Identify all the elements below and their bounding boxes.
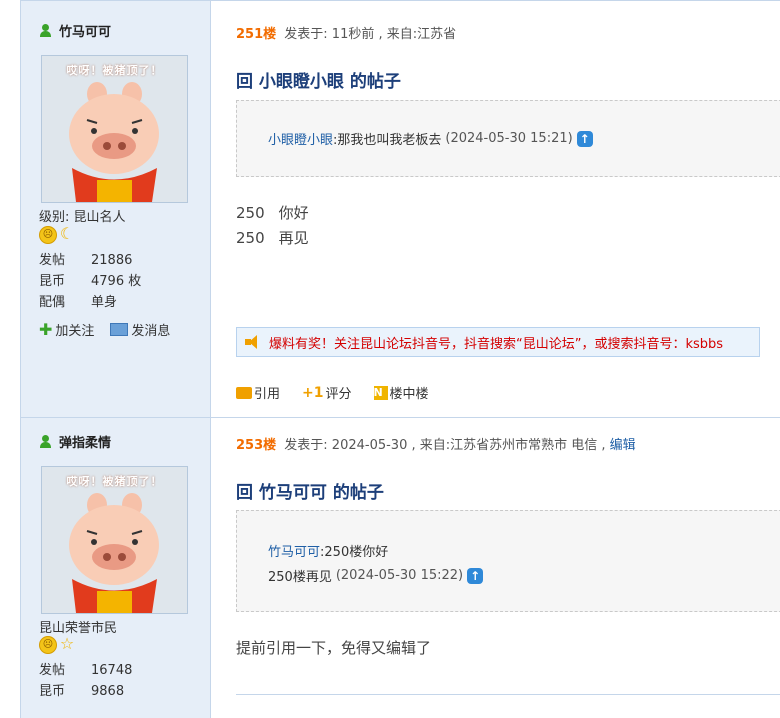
post-body: 250 你好 250 再见 — [236, 204, 309, 247]
speaker-icon — [245, 335, 263, 349]
post-content: 253楼 发表于: 2024-05-30 , 来自:江苏省苏州市常熟市 电信 ,… — [211, 418, 780, 718]
post-body: 提前引用一下，免得又编辑了 — [236, 639, 432, 657]
avatar-caption: 哎呀！被猪顶了！ — [66, 64, 163, 77]
quote-line-2: 250楼再见 (2024-05-30 15:22) ↑ — [268, 566, 484, 585]
avatar[interactable]: 哎呀！被猪顶了！ — [41, 55, 188, 203]
smile-medal-icon: ☹ — [39, 226, 57, 244]
user-stats: 发帖 21886 昆币 4796 枚 配偶 单身 — [39, 253, 142, 310]
quote-line: 竹马可可 :250楼你好 — [268, 541, 388, 560]
message-button[interactable]: 发消息 — [110, 320, 170, 339]
floor-number[interactable]: 251楼 — [236, 27, 276, 42]
post-253: 弹指柔情 哎呀！被猪顶了！ 昆山荣誉市民 ☹ ☆ 发帖 16748 昆币 986… — [20, 417, 780, 718]
jump-up-icon[interactable]: ↑ — [576, 130, 593, 147]
user-sidebar: 竹马可可 哎呀！被猪顶了！ 级别: 昆山名人 ☹ ☾ 发帖 21886 昆币 4… — [21, 1, 211, 417]
post-content: 251楼 发表于: 11秒前 , 来自:江苏省 回 小眼瞪小眼 的帖子 小眼瞪小… — [211, 1, 780, 417]
mail-icon — [110, 323, 129, 336]
star-medal-icon: ☆ — [59, 634, 75, 653]
page-margin — [0, 0, 20, 696]
rate-icon: +1 — [302, 384, 324, 401]
avatar[interactable]: 哎呀！被猪顶了！ — [41, 466, 188, 614]
medals: ☹ ☆ — [39, 636, 75, 654]
medals: ☹ ☾ — [39, 226, 75, 244]
divider — [236, 694, 780, 695]
rate-button[interactable]: +1 评分 — [302, 383, 352, 403]
quote-button[interactable]: 引用 — [236, 383, 280, 402]
post-meta: 251楼 发表于: 11秒前 , 来自:江苏省 — [236, 27, 457, 42]
jump-up-icon[interactable]: ↑ — [467, 567, 484, 584]
user-level: 级别: 昆山名人 — [39, 210, 126, 225]
post-title: 回 竹马可可 的帖子 — [236, 483, 384, 503]
moon-medal-icon: ☾ — [59, 224, 75, 243]
post-toolbar: 引用 +1 评分 N 楼中楼 — [236, 383, 429, 402]
avatar-caption: 哎呀！被猪顶了！ — [66, 475, 163, 488]
quoted-user-link[interactable]: 小眼瞪小眼 — [268, 129, 333, 148]
floor-number[interactable]: 253楼 — [236, 438, 276, 453]
floor-icon: N — [373, 385, 388, 400]
quoted-user-link[interactable]: 竹马可可 — [268, 541, 320, 560]
follow-button[interactable]: ✚ 加关注 — [39, 320, 94, 339]
user-actions: ✚ 加关注 发消息 — [39, 320, 170, 339]
quote-icon — [236, 386, 252, 399]
floor-reply-button[interactable]: N 楼中楼 — [373, 383, 429, 402]
username-link[interactable]: 竹马可可 — [39, 21, 111, 40]
edit-link[interactable]: 编辑 — [610, 438, 636, 453]
user-icon — [39, 434, 53, 449]
quote-box: 小眼瞪小眼 :那我也叫我老板去 (2024-05-30 15:21) ↑ — [236, 100, 780, 177]
user-level: 昆山荣誉市民 — [39, 621, 118, 636]
smile-medal-icon: ☹ — [39, 636, 57, 654]
user-icon — [39, 23, 53, 38]
post-meta: 253楼 发表于: 2024-05-30 , 来自:江苏省苏州市常熟市 电信 ,… — [236, 438, 636, 453]
quote-box: 竹马可可 :250楼你好 250楼再见 (2024-05-30 15:22) ↑ — [236, 510, 780, 612]
username-link[interactable]: 弹指柔情 — [39, 432, 111, 451]
user-sidebar: 弹指柔情 哎呀！被猪顶了！ 昆山荣誉市民 ☹ ☆ 发帖 16748 昆币 986… — [21, 418, 211, 718]
username: 弹指柔情 — [59, 436, 112, 451]
username: 竹马可可 — [59, 25, 112, 40]
post-title: 回 小眼瞪小眼 的帖子 — [236, 72, 401, 92]
quote-line: 小眼瞪小眼 :那我也叫我老板去 (2024-05-30 15:21) ↑ — [268, 129, 593, 148]
plus-icon: ✚ — [39, 320, 53, 339]
promo-notice[interactable]: 爆料有奖！关注昆山论坛抖音号，抖音搜索“昆山论坛”，或搜索抖音号：ksbbs — [236, 327, 760, 357]
post-251: 竹马可可 哎呀！被猪顶了！ 级别: 昆山名人 ☹ ☾ 发帖 21886 昆币 4… — [20, 0, 780, 417]
